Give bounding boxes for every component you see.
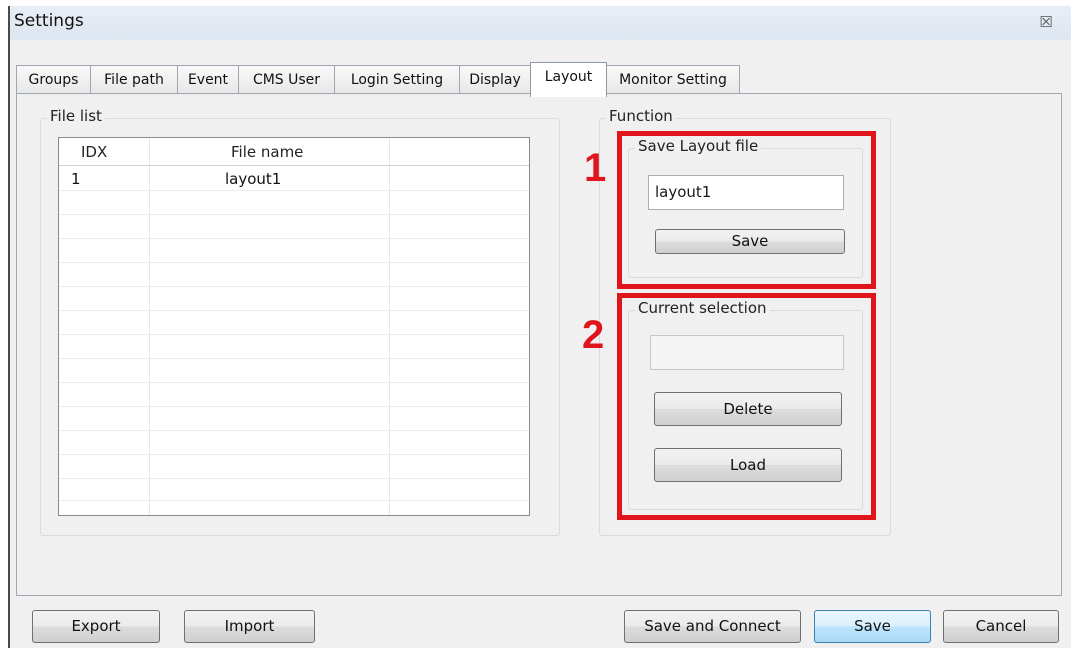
row-line <box>59 334 529 335</box>
annotation-number-1: 1 <box>584 146 607 190</box>
row-idx: 1 <box>71 170 81 188</box>
row-line <box>59 262 529 263</box>
row-line <box>59 430 529 431</box>
tab-monitor-setting[interactable]: Monitor Setting <box>606 65 740 96</box>
window-title: Settings <box>14 11 84 31</box>
annotation-box-2 <box>617 293 876 520</box>
tab-cms-user[interactable]: CMS User <box>238 65 335 96</box>
cancel-button[interactable]: Cancel <box>943 610 1059 643</box>
row-line <box>59 454 529 455</box>
row-file-name: layout1 <box>225 170 282 188</box>
tab-file-path[interactable]: File path <box>90 65 178 96</box>
table-row[interactable]: 1 layout1 <box>59 166 529 190</box>
row-line <box>59 500 529 501</box>
file-list-label: File list <box>47 107 105 125</box>
column-header-idx[interactable]: IDX <box>81 138 107 165</box>
annotation-number-2: 2 <box>582 313 605 357</box>
tab-event[interactable]: Event <box>177 65 239 96</box>
tab-display[interactable]: Display <box>459 65 531 96</box>
file-list-view[interactable]: IDX File name 1 layout1 <box>58 137 530 516</box>
row-line <box>59 286 529 287</box>
save-button[interactable]: Save <box>814 610 931 643</box>
row-line <box>59 310 529 311</box>
row-line <box>59 406 529 407</box>
column-separator <box>149 138 150 515</box>
list-header: IDX File name <box>59 138 529 165</box>
save-and-connect-button[interactable]: Save and Connect <box>624 610 801 643</box>
row-line <box>59 478 529 479</box>
row-line <box>59 382 529 383</box>
column-header-file-name[interactable]: File name <box>231 138 303 165</box>
row-line <box>59 358 529 359</box>
import-button[interactable]: Import <box>184 610 315 643</box>
annotation-box-1 <box>617 131 876 289</box>
row-line <box>59 190 529 191</box>
tab-layout[interactable]: Layout <box>530 62 607 97</box>
close-icon[interactable]: ☒ <box>1035 12 1057 32</box>
tab-groups[interactable]: Groups <box>16 65 91 96</box>
column-separator <box>389 138 390 515</box>
row-line <box>59 214 529 215</box>
tab-login-setting[interactable]: Login Setting <box>334 65 460 96</box>
row-line <box>59 238 529 239</box>
function-label: Function <box>606 107 676 125</box>
export-button[interactable]: Export <box>32 610 160 643</box>
title-bar[interactable]: Settings ☒ <box>10 6 1071 40</box>
